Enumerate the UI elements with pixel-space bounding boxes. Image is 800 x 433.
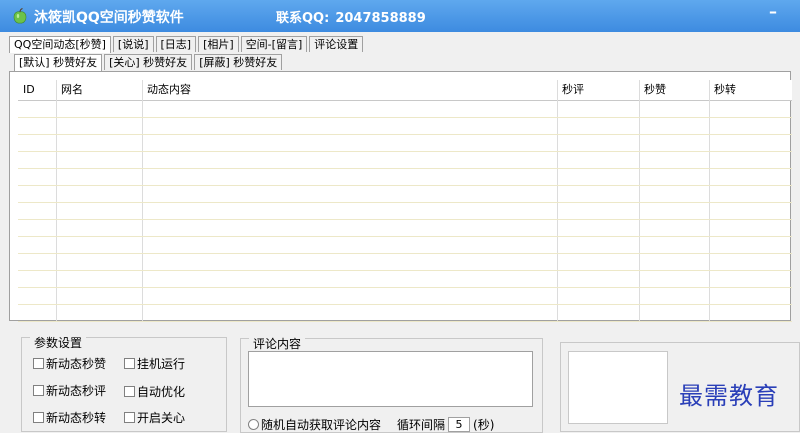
option-new-dynamic-comment[interactable]: 新动态秒评 [33, 382, 106, 398]
option-new-dynamic-like[interactable]: 新动态秒赞 [33, 355, 106, 371]
tab-shuoshuo[interactable]: [说说] [112, 36, 154, 52]
subtab-blocked-friends[interactable]: [屏蔽] 秒赞好友 [194, 54, 283, 70]
option-enable-care[interactable]: 开启关心 [124, 409, 185, 425]
table-header: ID 网名 动态内容 秒评 秒赞 秒转 [18, 80, 792, 101]
tab-dynamic-like[interactable]: QQ空间动态[秒赞] [9, 36, 111, 53]
comment-textarea[interactable] [248, 351, 533, 407]
option-auto-optimize[interactable]: 自动优化 [124, 383, 185, 399]
friends-table[interactable]: ID 网名 动态内容 秒评 秒赞 秒转 [18, 80, 792, 322]
tab-guestbook[interactable]: 空间-[留言] [240, 36, 308, 52]
tab-diary[interactable]: [日志] [155, 36, 197, 52]
checkbox[interactable] [33, 384, 44, 396]
table-row-divider [18, 253, 792, 254]
watermark-text: 最需教育 [679, 382, 779, 410]
minimize-button[interactable]: – [764, 4, 782, 22]
option-hang-up-run[interactable]: 挂机运行 [124, 355, 185, 371]
table-row-divider [18, 304, 792, 305]
option-label: 开启关心 [137, 410, 186, 425]
random-comment-radio[interactable] [248, 418, 259, 430]
comment-title: 评论内容 [249, 335, 306, 352]
contact-label-text: 联系QQ: [276, 11, 330, 26]
random-comment-label: 随机自动获取评论内容 [261, 417, 382, 432]
tab-panel: ID 网名 动态内容 秒评 秒赞 秒转 [9, 71, 792, 322]
tab-photos[interactable]: [相片] [198, 36, 239, 52]
option-label: 挂机运行 [137, 356, 186, 371]
table-row-divider [18, 236, 792, 237]
option-new-dynamic-repost[interactable]: 新动态秒转 [33, 409, 106, 425]
apple-icon [13, 8, 27, 24]
table-row-divider [18, 321, 792, 322]
interval-unit: (秒) [473, 417, 495, 432]
params-title: 参数设置 [30, 334, 87, 351]
column-header-repost[interactable]: 秒转 [709, 80, 792, 100]
option-label: 新动态秒评 [46, 383, 107, 398]
checkbox[interactable] [124, 411, 135, 423]
main-tabs: QQ空间动态[秒赞] [说说] [日志] [相片] 空间-[留言] 评论设置 [9, 36, 365, 53]
column-header-like[interactable]: 秒赞 [639, 80, 709, 100]
checkbox[interactable] [33, 357, 44, 369]
table-row-divider [18, 287, 792, 288]
column-header-nickname[interactable]: 网名 [56, 80, 142, 100]
table-row-divider [18, 219, 792, 220]
table-row-divider [18, 202, 792, 203]
random-comment-row: 随机自动获取评论内容 循环间隔 5 (秒) [248, 416, 494, 432]
window-title: 沐筱凯QQ空间秒赞软件 [34, 10, 184, 26]
table-row-divider [18, 185, 792, 186]
contact-label: 联系QQ: 2047858889 [276, 7, 426, 26]
table-row-divider [18, 117, 792, 118]
sub-tabs: [默认] 秒赞好友 [关心] 秒赞好友 [屏蔽] 秒赞好友 [14, 54, 284, 71]
table-row-divider [18, 168, 792, 169]
tab-comment-settings[interactable]: 评论设置 [309, 36, 364, 52]
checkbox[interactable] [33, 411, 44, 423]
option-label: 自动优化 [137, 384, 186, 399]
column-header-id[interactable]: ID [18, 80, 56, 100]
table-row-divider [18, 151, 792, 152]
table-row-divider [18, 134, 792, 135]
column-header-content[interactable]: 动态内容 [142, 80, 557, 100]
checkbox[interactable] [124, 385, 135, 397]
checkbox[interactable] [124, 357, 135, 369]
subtab-default-friends[interactable]: [默认] 秒赞好友 [14, 54, 103, 71]
interval-input[interactable]: 5 [448, 416, 471, 432]
subtab-care-friends[interactable]: [关心] 秒赞好友 [104, 54, 193, 70]
preview-box [568, 351, 668, 424]
interval-label: 循环间隔 [397, 417, 446, 432]
settings-area: 参数设置 新动态秒赞 挂机运行 新动态秒评 自动优化 新动态秒转 开启关心 评论… [0, 324, 800, 433]
contact-qq-number: 2047858889 [335, 11, 426, 26]
option-label: 新动态秒转 [46, 410, 107, 425]
table-row-divider [18, 270, 792, 271]
column-header-comment[interactable]: 秒评 [557, 80, 639, 100]
title-bar: 沐筱凯QQ空间秒赞软件 联系QQ: 2047858889 – [0, 0, 800, 32]
option-label: 新动态秒赞 [46, 356, 107, 371]
